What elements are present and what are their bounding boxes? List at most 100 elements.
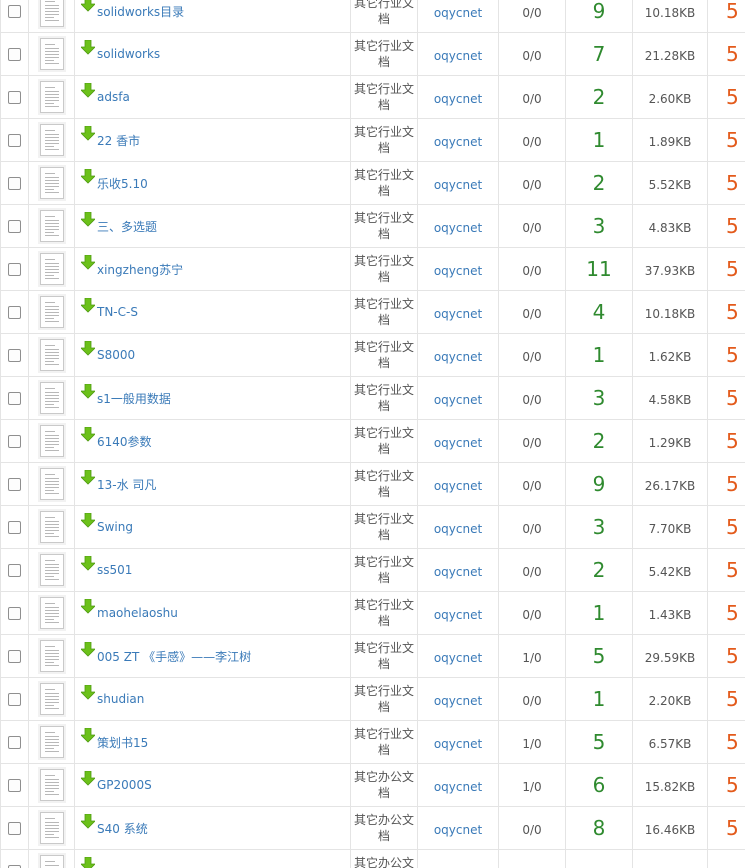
document-thumbnail-icon[interactable] xyxy=(39,81,64,113)
row-checkbox[interactable] xyxy=(8,219,21,233)
uploader-link[interactable]: oqycnet xyxy=(434,393,482,407)
row-checkbox[interactable] xyxy=(8,864,21,868)
download-arrow-icon[interactable] xyxy=(81,82,95,98)
document-title-link[interactable]: 22 香市 xyxy=(97,132,140,149)
uploader-link[interactable]: oqycnet xyxy=(434,823,482,837)
download-arrow-icon[interactable] xyxy=(81,340,95,356)
download-arrow-icon[interactable] xyxy=(81,512,95,528)
document-title-link[interactable]: Swing xyxy=(97,520,133,534)
document-title-link[interactable]: 005 ZT 《手感》——李江树 xyxy=(97,648,251,665)
document-thumbnail-icon[interactable] xyxy=(39,683,64,715)
document-title-link[interactable]: 三、多选题 xyxy=(97,218,157,235)
document-thumbnail-icon[interactable] xyxy=(39,511,64,543)
document-title-link[interactable]: 13-水 司凡 xyxy=(97,476,156,493)
document-title-link[interactable]: solidworks xyxy=(97,47,160,61)
row-checkbox[interactable] xyxy=(8,735,21,749)
document-title-link[interactable]: TN-C-S xyxy=(97,305,138,319)
download-arrow-icon[interactable] xyxy=(81,598,95,614)
document-thumbnail-icon[interactable] xyxy=(39,769,64,801)
row-checkbox[interactable] xyxy=(8,778,21,792)
download-arrow-icon[interactable] xyxy=(81,770,95,786)
document-title-link[interactable]: maohelaoshu xyxy=(97,606,178,620)
document-thumbnail-icon[interactable] xyxy=(39,554,64,586)
row-checkbox[interactable] xyxy=(8,606,21,620)
document-thumbnail-icon[interactable] xyxy=(39,382,64,414)
download-arrow-icon[interactable] xyxy=(81,641,95,657)
download-arrow-icon[interactable] xyxy=(81,0,95,12)
row-checkbox[interactable] xyxy=(8,176,21,190)
row-checkbox[interactable] xyxy=(8,477,21,491)
document-title-link[interactable]: adsfa xyxy=(97,90,130,104)
row-checkbox[interactable] xyxy=(8,391,21,405)
row-checkbox[interactable] xyxy=(8,305,21,319)
row-checkbox[interactable] xyxy=(8,563,21,577)
row-checkbox[interactable] xyxy=(8,821,21,835)
download-arrow-icon[interactable] xyxy=(81,856,95,868)
row-checkbox[interactable] xyxy=(8,4,21,18)
download-arrow-icon[interactable] xyxy=(81,383,95,399)
uploader-link[interactable]: oqycnet xyxy=(434,6,482,20)
document-title-link[interactable]: s1一般用数据 xyxy=(97,390,171,407)
uploader-link[interactable]: oqycnet xyxy=(434,307,482,321)
row-checkbox[interactable] xyxy=(8,649,21,663)
row-checkbox[interactable] xyxy=(8,348,21,362)
uploader-link[interactable]: oqycnet xyxy=(434,479,482,493)
uploader-link[interactable]: oqycnet xyxy=(434,694,482,708)
uploader-link[interactable]: oqycnet xyxy=(434,565,482,579)
document-thumbnail-icon[interactable] xyxy=(39,855,64,868)
uploader-link[interactable]: oqycnet xyxy=(434,522,482,536)
document-thumbnail-icon[interactable] xyxy=(39,468,64,500)
document-title-link[interactable]: 乐收5.10 xyxy=(97,175,148,192)
document-thumbnail-icon[interactable] xyxy=(39,597,64,629)
download-arrow-icon[interactable] xyxy=(81,297,95,313)
document-thumbnail-icon[interactable] xyxy=(39,38,64,70)
download-arrow-icon[interactable] xyxy=(81,211,95,227)
row-checkbox[interactable] xyxy=(8,692,21,706)
uploader-link[interactable]: oqycnet xyxy=(434,608,482,622)
document-title-link[interactable]: S8000 xyxy=(97,348,135,362)
document-thumbnail-icon[interactable] xyxy=(39,640,64,672)
document-title-link[interactable]: shudian xyxy=(97,692,144,706)
document-thumbnail-icon[interactable] xyxy=(39,812,64,844)
uploader-link[interactable]: oqycnet xyxy=(434,92,482,106)
document-thumbnail-icon[interactable] xyxy=(39,124,64,156)
download-arrow-icon[interactable] xyxy=(81,684,95,700)
uploader-link[interactable]: oqycnet xyxy=(434,737,482,751)
download-arrow-icon[interactable] xyxy=(81,168,95,184)
document-title-link[interactable]: xingzheng苏宁 xyxy=(97,261,183,278)
row-checkbox[interactable] xyxy=(8,434,21,448)
download-arrow-icon[interactable] xyxy=(81,813,95,829)
uploader-link[interactable]: oqycnet xyxy=(434,178,482,192)
document-title-link[interactable]: 策划书15 xyxy=(97,734,148,751)
uploader-link[interactable]: oqycnet xyxy=(434,49,482,63)
download-arrow-icon[interactable] xyxy=(81,469,95,485)
document-thumbnail-icon[interactable] xyxy=(39,167,64,199)
document-title-link[interactable]: 6140参数 xyxy=(97,433,152,450)
document-thumbnail-icon[interactable] xyxy=(39,339,64,371)
row-checkbox[interactable] xyxy=(8,520,21,534)
uploader-link[interactable]: oqycnet xyxy=(434,651,482,665)
document-thumbnail-icon[interactable] xyxy=(39,0,64,27)
uploader-link[interactable]: oqycnet xyxy=(434,780,482,794)
download-arrow-icon[interactable] xyxy=(81,555,95,571)
uploader-link[interactable]: oqycnet xyxy=(434,436,482,450)
download-arrow-icon[interactable] xyxy=(81,254,95,270)
uploader-link[interactable]: oqycnet xyxy=(434,264,482,278)
download-arrow-icon[interactable] xyxy=(81,727,95,743)
uploader-link[interactable]: oqycnet xyxy=(434,135,482,149)
document-thumbnail-icon[interactable] xyxy=(39,253,64,285)
row-checkbox[interactable] xyxy=(8,47,21,61)
document-title-link[interactable]: solidworks目录 xyxy=(97,3,184,20)
row-checkbox[interactable] xyxy=(8,133,21,147)
uploader-link[interactable]: oqycnet xyxy=(434,350,482,364)
download-arrow-icon[interactable] xyxy=(81,426,95,442)
row-checkbox[interactable] xyxy=(8,90,21,104)
document-thumbnail-icon[interactable] xyxy=(39,210,64,242)
uploader-link[interactable]: oqycnet xyxy=(434,221,482,235)
download-arrow-icon[interactable] xyxy=(81,125,95,141)
document-thumbnail-icon[interactable] xyxy=(39,296,64,328)
download-arrow-icon[interactable] xyxy=(81,39,95,55)
document-title-link[interactable]: GP2000S xyxy=(97,778,152,792)
document-title-link[interactable]: ss501 xyxy=(97,563,132,577)
row-checkbox[interactable] xyxy=(8,262,21,276)
